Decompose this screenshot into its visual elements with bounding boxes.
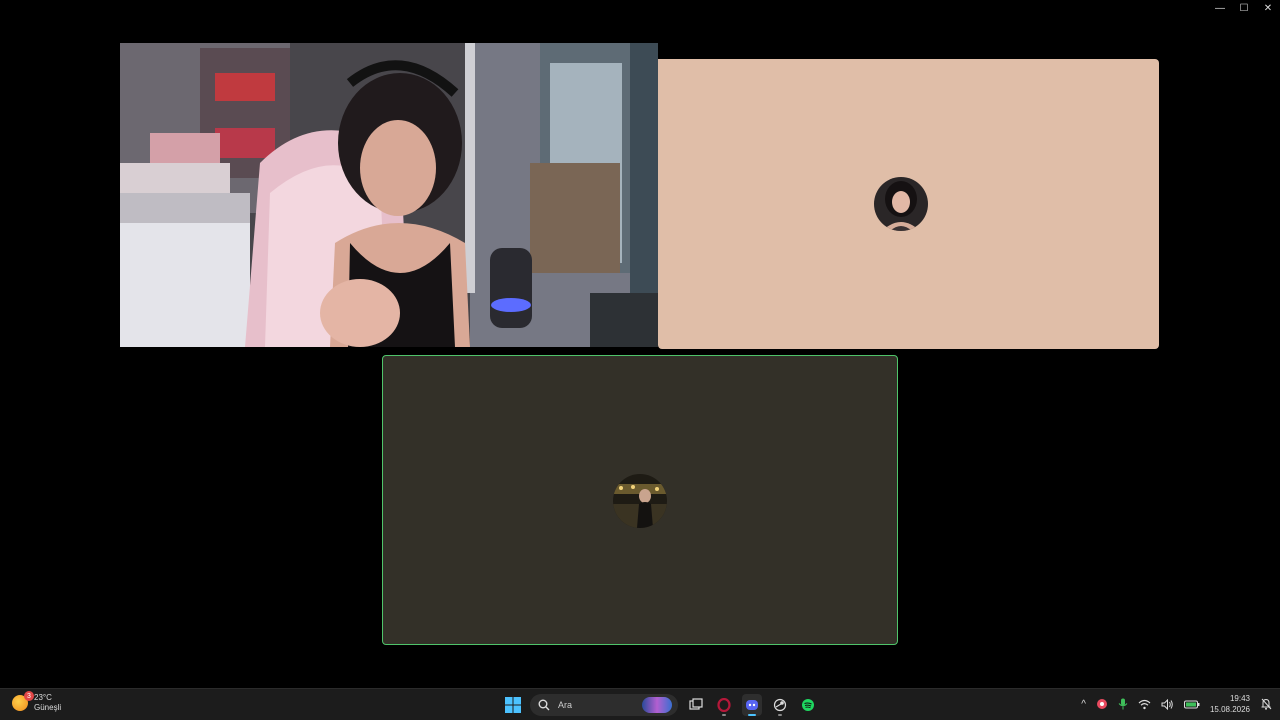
clock-date: 15.08.2026 <box>1209 705 1250 714</box>
search-icon <box>538 699 550 711</box>
app-tray-icon[interactable] <box>1096 698 1108 710</box>
task-view-button[interactable] <box>686 694 706 716</box>
steam-icon <box>773 698 787 712</box>
running-indicator <box>778 714 782 716</box>
spotify-icon <box>802 699 814 711</box>
taskbar-clock[interactable]: 19:43 15.08.2026 <box>1210 693 1250 715</box>
discord-icon <box>746 700 758 710</box>
avatar-photo <box>613 474 667 528</box>
microphone-icon[interactable] <box>1118 698 1128 710</box>
steam-app[interactable] <box>770 694 790 716</box>
chevron-up-icon[interactable]: ^ <box>1081 699 1086 710</box>
notification-badge: 3 <box>24 691 34 701</box>
maximize-button[interactable]: ☐ <box>1232 0 1256 16</box>
search-highlight-icon <box>642 697 672 713</box>
participant-avatar[interactable] <box>613 474 667 528</box>
mic-in-use-icon <box>1118 698 1128 710</box>
weather-widget[interactable]: 3 23°C Güneşli <box>12 691 62 713</box>
taskbar: 3 23°C Güneşli Ara ^ 19:43 15.08.2026 <box>0 688 1280 720</box>
volume-icon[interactable] <box>1161 698 1174 710</box>
search-placeholder: Ara <box>558 700 573 710</box>
participant-tile[interactable] <box>658 59 1159 349</box>
windows-start-icon <box>505 697 521 713</box>
discord-app[interactable] <box>742 694 762 716</box>
speaking-participant-tile[interactable] <box>382 355 898 645</box>
taskbar-search[interactable]: Ara <box>530 694 678 716</box>
spotify-app[interactable] <box>798 694 818 716</box>
wifi-signal-icon <box>1138 699 1151 709</box>
vpn-shield-icon <box>1096 699 1107 709</box>
system-tray: ^ 19:43 15.08.2026 <box>1081 693 1272 715</box>
opera-gx-app[interactable] <box>714 694 734 716</box>
camera-feed-image <box>120 43 658 347</box>
minimize-button[interactable]: — <box>1208 0 1232 16</box>
avatar-photo <box>874 177 928 231</box>
speaker-icon <box>1161 698 1173 710</box>
weather-temperature: 23°C <box>34 693 52 702</box>
wifi-icon[interactable] <box>1138 699 1151 710</box>
active-indicator <box>748 714 756 716</box>
taskbar-apps: Ara <box>504 694 818 716</box>
clock-time: 19:43 <box>1229 694 1250 703</box>
participant-avatar[interactable] <box>874 177 928 231</box>
notification-center-button[interactable] <box>1260 698 1272 710</box>
start-button[interactable] <box>504 695 522 715</box>
weather-condition: Güneşli <box>34 703 62 712</box>
task-view-icon <box>689 698 703 710</box>
notification-bell-icon <box>1261 698 1272 710</box>
window-controls: — ☐ ✕ <box>1208 0 1280 16</box>
close-button[interactable]: ✕ <box>1256 0 1280 16</box>
running-indicator <box>722 714 726 716</box>
battery-icon[interactable] <box>1183 699 1200 709</box>
opera-gx-icon <box>717 698 731 712</box>
sun-icon: 3 <box>12 691 34 711</box>
battery-charging-icon <box>1183 700 1200 709</box>
camera-video-tile[interactable] <box>120 43 658 347</box>
